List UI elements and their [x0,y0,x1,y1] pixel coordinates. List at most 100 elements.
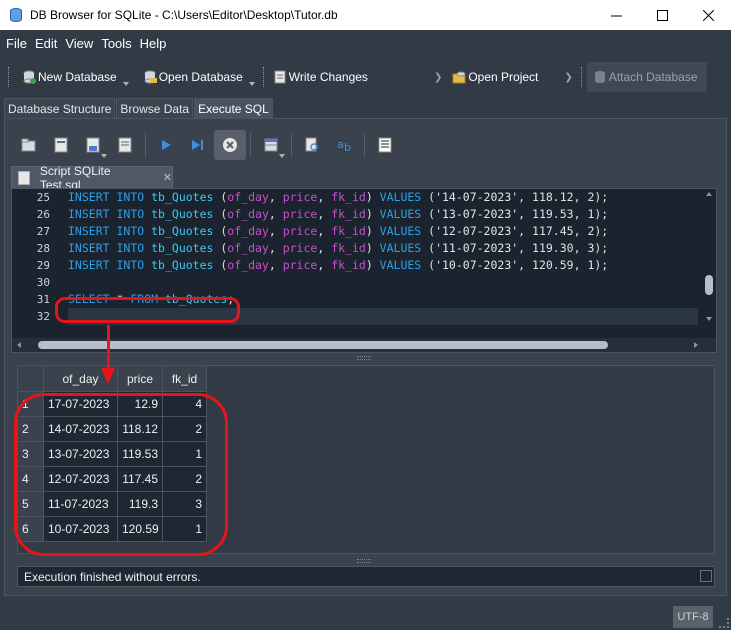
write-changes-icon [274,70,286,84]
stop-execution-button[interactable] [214,130,246,160]
code-token: fk_id [331,258,366,272]
scroll-right-icon[interactable] [694,342,698,348]
find-replace-button[interactable]: ab [328,130,360,160]
code-token: '10-07-2023' [435,258,519,272]
annotation-highlight-select [55,297,240,323]
sql-file-tab[interactable]: Script SQLite Test.sql ✕ [11,164,173,192]
open-project-icon [452,71,466,84]
code-token: '11-07-2023' [435,241,519,255]
code-token: of_day [227,258,269,272]
line-number: 28 [36,242,50,255]
save-sql-file-button[interactable] [77,130,109,160]
code-token: tb_Quotes [151,190,214,204]
menu-tools[interactable]: Tools [97,36,135,51]
open-sql-file-button[interactable] [45,130,77,160]
chevron-right-icon[interactable]: ❯ [564,72,572,83]
menu-edit[interactable]: Edit [31,36,61,51]
comment-button[interactable] [369,130,401,160]
code-token: INTO [116,207,145,221]
code-token: price [282,241,318,255]
vertical-scrollbar[interactable] [702,189,716,339]
tab-execute-sql[interactable]: Execute SQL [194,98,273,118]
code-token: 118.12 [532,190,574,204]
scroll-up-icon[interactable] [706,192,712,196]
sql-file-icon [18,170,30,185]
chevron-down-icon[interactable] [122,82,129,86]
open-tab-icon [21,138,36,152]
code-token: of_day [227,224,269,238]
maximize-icon [656,9,668,21]
chevron-down-icon[interactable] [279,154,285,158]
open-tab-button[interactable] [13,130,45,160]
minimize-button[interactable] [593,0,639,30]
menu-file[interactable]: File [2,36,31,51]
attach-database-button[interactable]: Attach Database [586,62,707,92]
scroll-left-icon[interactable] [17,342,21,348]
scroll-down-icon[interactable] [706,317,712,321]
code-token: of_day [227,241,269,255]
open-project-button[interactable]: Open Project [446,62,544,92]
line-number: 32 [36,310,50,323]
chevron-down-icon[interactable] [248,82,255,86]
code-token: INSERT [68,190,110,204]
encoding-indicator[interactable]: UTF-8 [673,606,713,628]
attach-database-label: Attach Database [608,70,698,84]
play-line-icon [192,140,203,150]
code-token: fk_id [331,224,366,238]
scroll-thumb[interactable] [38,341,608,349]
find-icon [305,137,318,152]
toolbar-separator [250,133,251,157]
toolbar-grip[interactable] [8,67,10,87]
tab-database-structure[interactable]: Database Structure [4,98,116,118]
horizontal-scrollbar[interactable] [12,338,716,352]
line-number: 31 [36,293,50,306]
code-token: INTO [116,190,145,204]
menu-view[interactable]: View [61,36,97,51]
chevron-down-icon[interactable] [101,154,107,158]
new-database-button[interactable]: New Database [16,62,129,92]
find-button[interactable] [296,130,328,160]
tab-browse-data[interactable]: Browse Data [116,98,194,118]
code-token: INTO [116,241,145,255]
code-token: fk_id [331,190,366,204]
open-database-label: Open Database [158,70,243,84]
code-token: 117.45 [532,224,574,238]
open-database-button[interactable]: Open Database [137,62,255,92]
sql-editor[interactable]: 25 26 27 28 29 30 31 32 INSERT INTO tb_Quotes (… [11,188,717,353]
size-grip[interactable] [719,618,729,628]
save-results-button[interactable] [255,130,287,160]
write-changes-button[interactable]: Write Changes [267,62,374,92]
annotation-arrow-head [101,368,115,384]
open-database-icon [144,70,157,84]
maximize-button[interactable] [639,0,685,30]
close-icon [702,9,714,21]
splitter-handle[interactable] [357,356,371,360]
print-icon [118,137,132,153]
code-token: fk_id [331,241,366,255]
execute-all-button[interactable] [150,130,182,160]
save-results-icon [264,138,278,152]
execute-current-line-button[interactable] [182,130,214,160]
close-button[interactable] [685,0,731,30]
annotation-arrow [107,325,110,370]
code-token: price [282,258,318,272]
print-button[interactable] [109,130,141,160]
close-tab-icon[interactable]: ✕ [163,171,172,184]
code-line: INSERT INTO tb_Quotes (of_day, price, fk… [68,258,609,272]
open-project-label: Open Project [468,70,539,84]
column-header-fk-id[interactable]: fk_id [163,366,207,392]
menu-help[interactable]: Help [136,36,171,51]
chevron-right-icon[interactable]: ❯ [434,72,442,83]
status-bar: UTF-8 [0,604,731,630]
corner-cell[interactable] [18,366,44,392]
line-number: 29 [36,259,50,272]
code-token: tb_Quotes [151,224,214,238]
code-token: INSERT [68,207,110,221]
splitter-handle[interactable] [357,559,371,563]
minimize-icon [610,15,622,16]
column-header-price[interactable]: price [118,366,163,392]
code-token: INSERT [68,258,110,272]
code-token: fk_id [331,207,366,221]
code-token: '13-07-2023' [435,207,519,221]
scroll-thumb[interactable] [705,275,713,295]
